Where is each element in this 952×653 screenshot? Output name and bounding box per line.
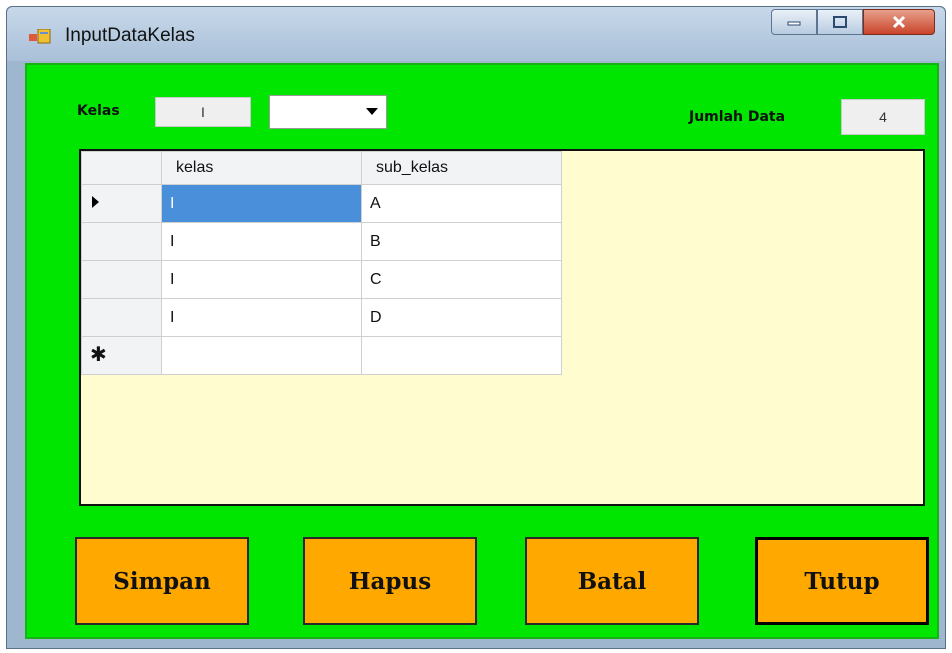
chevron-down-icon: [366, 108, 378, 115]
table-row[interactable]: I C: [81, 260, 562, 299]
row-header[interactable]: [81, 260, 162, 299]
row-header[interactable]: [81, 184, 162, 223]
current-row-icon: [92, 195, 99, 208]
cell-sub-kelas[interactable]: D: [361, 298, 562, 337]
close-icon: [892, 15, 906, 29]
hapus-button[interactable]: Hapus: [303, 537, 477, 625]
title-bar[interactable]: InputDataKelas: [7, 7, 945, 61]
jumlah-data-textbox[interactable]: 4: [841, 99, 925, 135]
close-button[interactable]: [863, 9, 935, 35]
jumlah-data-label: Jumlah Data: [689, 109, 786, 125]
new-row[interactable]: ✱: [81, 336, 562, 375]
cell-kelas[interactable]: I: [161, 222, 362, 261]
form-area: Kelas I Jumlah Data 4 kelas sub_kelas I …: [25, 63, 939, 639]
cell-kelas[interactable]: I: [161, 184, 362, 223]
cell-sub-kelas-new[interactable]: [361, 336, 562, 375]
simpan-button[interactable]: Simpan: [75, 537, 249, 625]
table-row[interactable]: I B: [81, 222, 562, 261]
window-title: InputDataKelas: [65, 25, 195, 46]
grid-corner-header[interactable]: [81, 151, 162, 185]
minimize-icon: [787, 21, 801, 26]
grid-header-row: kelas sub_kelas: [81, 151, 562, 185]
cell-sub-kelas[interactable]: A: [361, 184, 562, 223]
row-header[interactable]: [81, 298, 162, 337]
maximize-icon: [833, 16, 847, 28]
cell-kelas[interactable]: I: [161, 298, 362, 337]
row-header[interactable]: [81, 222, 162, 261]
table-row[interactable]: I A: [81, 184, 562, 223]
app-icon: [29, 29, 51, 44]
column-header-sub-kelas[interactable]: sub_kelas: [361, 151, 562, 185]
column-header-kelas[interactable]: kelas: [161, 151, 362, 185]
tutup-button[interactable]: Tutup: [755, 537, 929, 625]
cell-kelas[interactable]: I: [161, 260, 362, 299]
cell-sub-kelas[interactable]: C: [361, 260, 562, 299]
data-grid-panel[interactable]: kelas sub_kelas I A I B I C I D ✱: [79, 149, 925, 506]
kelas-label: Kelas: [77, 103, 120, 119]
row-header[interactable]: ✱: [81, 336, 162, 375]
cell-kelas-new[interactable]: [161, 336, 362, 375]
minimize-button[interactable]: [771, 9, 817, 35]
batal-button[interactable]: Batal: [525, 537, 699, 625]
sub-kelas-combobox[interactable]: [269, 95, 387, 129]
data-grid[interactable]: kelas sub_kelas I A I B I C I D ✱: [81, 151, 562, 375]
app-window: InputDataKelas Kelas I Jumlah Data 4 kel…: [6, 6, 946, 649]
kelas-textbox[interactable]: I: [155, 97, 251, 127]
maximize-button[interactable]: [817, 9, 863, 35]
new-row-icon: ✱: [90, 344, 107, 366]
table-row[interactable]: I D: [81, 298, 562, 337]
cell-sub-kelas[interactable]: B: [361, 222, 562, 261]
